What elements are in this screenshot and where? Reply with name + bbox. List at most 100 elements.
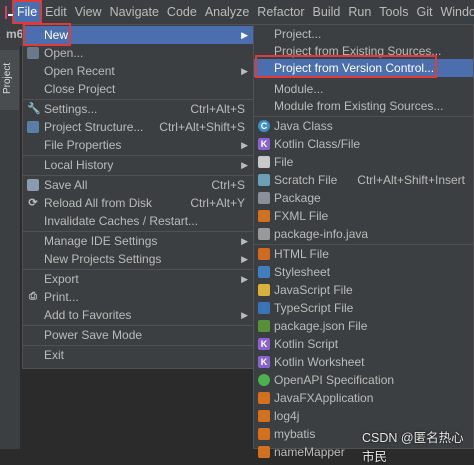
file-menu-settings[interactable]: 🔧 Settings... Ctrl+Alt+S — [23, 100, 253, 118]
new-kotlin-script[interactable]: K Kotlin Script — [254, 335, 473, 353]
kotlin-worksheet-icon: K — [258, 356, 270, 368]
file-menu-manage-ide-settings[interactable]: Manage IDE Settings ▶ — [23, 232, 253, 250]
new-fxml-file[interactable]: FXML File — [254, 207, 473, 225]
new-kotlin-class[interactable]: K Kotlin Class/File — [254, 135, 473, 153]
app-logo-icon — [5, 5, 13, 19]
menu-item-label: Package — [274, 191, 321, 205]
save-icon — [27, 179, 39, 191]
submenu-arrow-icon: ▶ — [241, 236, 248, 246]
file-menu-close-project[interactable]: Close Project — [23, 80, 253, 98]
reload-icon: ⟳ — [28, 197, 38, 209]
menu-item-label: package-info.java — [274, 227, 369, 241]
file-menu-new-projects-settings[interactable]: New Projects Settings ▶ — [23, 250, 253, 268]
menu-file[interactable]: File — [11, 0, 43, 24]
new-package-info[interactable]: package-info.java — [254, 225, 473, 243]
menu-item-label: Local History — [44, 158, 114, 172]
tool-window-strip: Project — [0, 46, 21, 449]
menu-view[interactable]: View — [71, 1, 106, 23]
menu-item-label: TypeScript File — [274, 301, 354, 315]
menu-item-label: JavaFXApplication — [274, 391, 374, 405]
submenu-arrow-icon: ▶ — [241, 274, 248, 284]
new-scratch-file[interactable]: Scratch File Ctrl+Alt+Shift+Insert — [254, 171, 473, 189]
file-menu-open[interactable]: Open... — [23, 44, 253, 62]
new-typescript-file[interactable]: TypeScript File — [254, 299, 473, 317]
project-tool-tab[interactable]: Project — [0, 50, 19, 110]
new-file[interactable]: File — [254, 153, 473, 171]
file-menu-reload[interactable]: ⟳ Reload All from Disk Ctrl+Alt+Y — [23, 194, 253, 212]
file-menu-invalidate-caches[interactable]: Invalidate Caches / Restart... — [23, 212, 253, 230]
submenu-arrow-icon: ▶ — [241, 30, 248, 40]
folder-icon — [27, 47, 39, 59]
new-stylesheet[interactable]: Stylesheet — [254, 263, 473, 281]
menu-item-label: Reload All from Disk — [44, 196, 153, 210]
menu-item-shortcut: Ctrl+S — [211, 178, 245, 192]
html-icon — [258, 248, 270, 260]
new-project[interactable]: Project... — [254, 25, 473, 43]
new-module-from-existing-sources[interactable]: Module from Existing Sources... — [254, 97, 473, 115]
menu-item-label: Kotlin Class/File — [274, 137, 361, 151]
menu-item-label: Invalidate Caches / Restart... — [44, 214, 199, 228]
file-menu-export[interactable]: Export ▶ — [23, 270, 253, 288]
wrench-icon: 🔧 — [27, 103, 41, 115]
menu-item-label: mybatis — [274, 427, 316, 441]
menu-build[interactable]: Build — [309, 1, 345, 23]
template-file-icon — [258, 410, 270, 422]
menu-item-shortcut: Ctrl+Alt+Y — [190, 196, 245, 210]
submenu-arrow-icon: ▶ — [241, 254, 248, 264]
watermark: CSDN @匿名热心市民 — [362, 431, 464, 464]
menu-edit[interactable]: Edit — [41, 1, 71, 23]
menu-item-label: package.json File — [274, 319, 368, 333]
menu-item-label: File Properties — [44, 138, 122, 152]
new-java-class[interactable]: C Java Class — [254, 117, 473, 135]
menu-item-label: File — [274, 155, 294, 169]
menu-item-shortcut: Ctrl+Alt+S — [190, 102, 245, 116]
file-menu-file-properties[interactable]: File Properties ▶ — [23, 136, 253, 154]
menu-window[interactable]: Window — [436, 1, 474, 23]
menu-analyze[interactable]: Analyze — [201, 1, 253, 23]
menu-item-label: Add to Favorites — [44, 308, 132, 322]
new-openapi-spec[interactable]: OpenAPI Specification — [254, 371, 473, 389]
file-menu: New ▶ Open... Open Recent ▶ Close Projec… — [22, 24, 254, 369]
menu-item-label: Module... — [274, 82, 324, 96]
submenu-arrow-icon: ▶ — [241, 66, 248, 76]
new-javascript-file[interactable]: JavaScript File — [254, 281, 473, 299]
menu-item-label: Open... — [44, 46, 84, 60]
submenu-arrow-icon: ▶ — [241, 310, 248, 320]
submenu-arrow-icon: ▶ — [241, 160, 248, 170]
scratch-file-icon — [258, 174, 270, 186]
new-submenu: Project... Project from Existing Sources… — [253, 24, 474, 459]
new-kotlin-worksheet[interactable]: K Kotlin Worksheet — [254, 353, 473, 371]
menu-item-label: FXML File — [274, 209, 329, 223]
menu-run[interactable]: Run — [344, 1, 375, 23]
template-file-icon — [258, 446, 270, 458]
file-menu-local-history[interactable]: Local History ▶ — [23, 156, 253, 174]
new-package[interactable]: Package — [254, 189, 473, 207]
menu-item-label: Kotlin Script — [274, 337, 339, 351]
menu-item-label: New Projects Settings — [44, 252, 162, 266]
new-log4j[interactable]: log4j — [254, 407, 473, 425]
new-package-json[interactable]: package.json File — [254, 317, 473, 335]
menu-item-label: JavaScript File — [274, 283, 353, 297]
file-menu-add-to-favorites[interactable]: Add to Favorites ▶ — [23, 306, 253, 324]
file-menu-exit[interactable]: Exit — [23, 346, 253, 364]
kotlin-icon: K — [258, 138, 270, 150]
menu-item-label: Exit — [44, 348, 65, 362]
new-html-file[interactable]: HTML File — [254, 245, 473, 263]
css-icon — [258, 266, 270, 278]
file-menu-power-save-mode[interactable]: Power Save Mode — [23, 326, 253, 344]
nodejs-icon — [258, 320, 270, 332]
menu-item-label: Save All — [44, 178, 88, 192]
file-menu-save-all[interactable]: Save All Ctrl+S — [23, 176, 253, 194]
menu-code[interactable]: Code — [163, 1, 201, 23]
file-menu-print[interactable]: ⎙ Print... — [23, 288, 253, 306]
menu-navigate[interactable]: Navigate — [106, 1, 163, 23]
menu-item-label: Module from Existing Sources... — [274, 99, 444, 113]
menu-item-label: nameMapper — [274, 445, 345, 459]
menu-git[interactable]: Git — [412, 1, 436, 23]
menu-refactor[interactable]: Refactor — [253, 1, 308, 23]
new-module[interactable]: Module... — [254, 80, 473, 98]
new-javafx-application[interactable]: JavaFXApplication — [254, 389, 473, 407]
menu-tools[interactable]: Tools — [375, 1, 412, 23]
file-menu-project-structure[interactable]: Project Structure... Ctrl+Alt+Shift+S — [23, 118, 253, 136]
file-menu-open-recent[interactable]: Open Recent ▶ — [23, 62, 253, 80]
